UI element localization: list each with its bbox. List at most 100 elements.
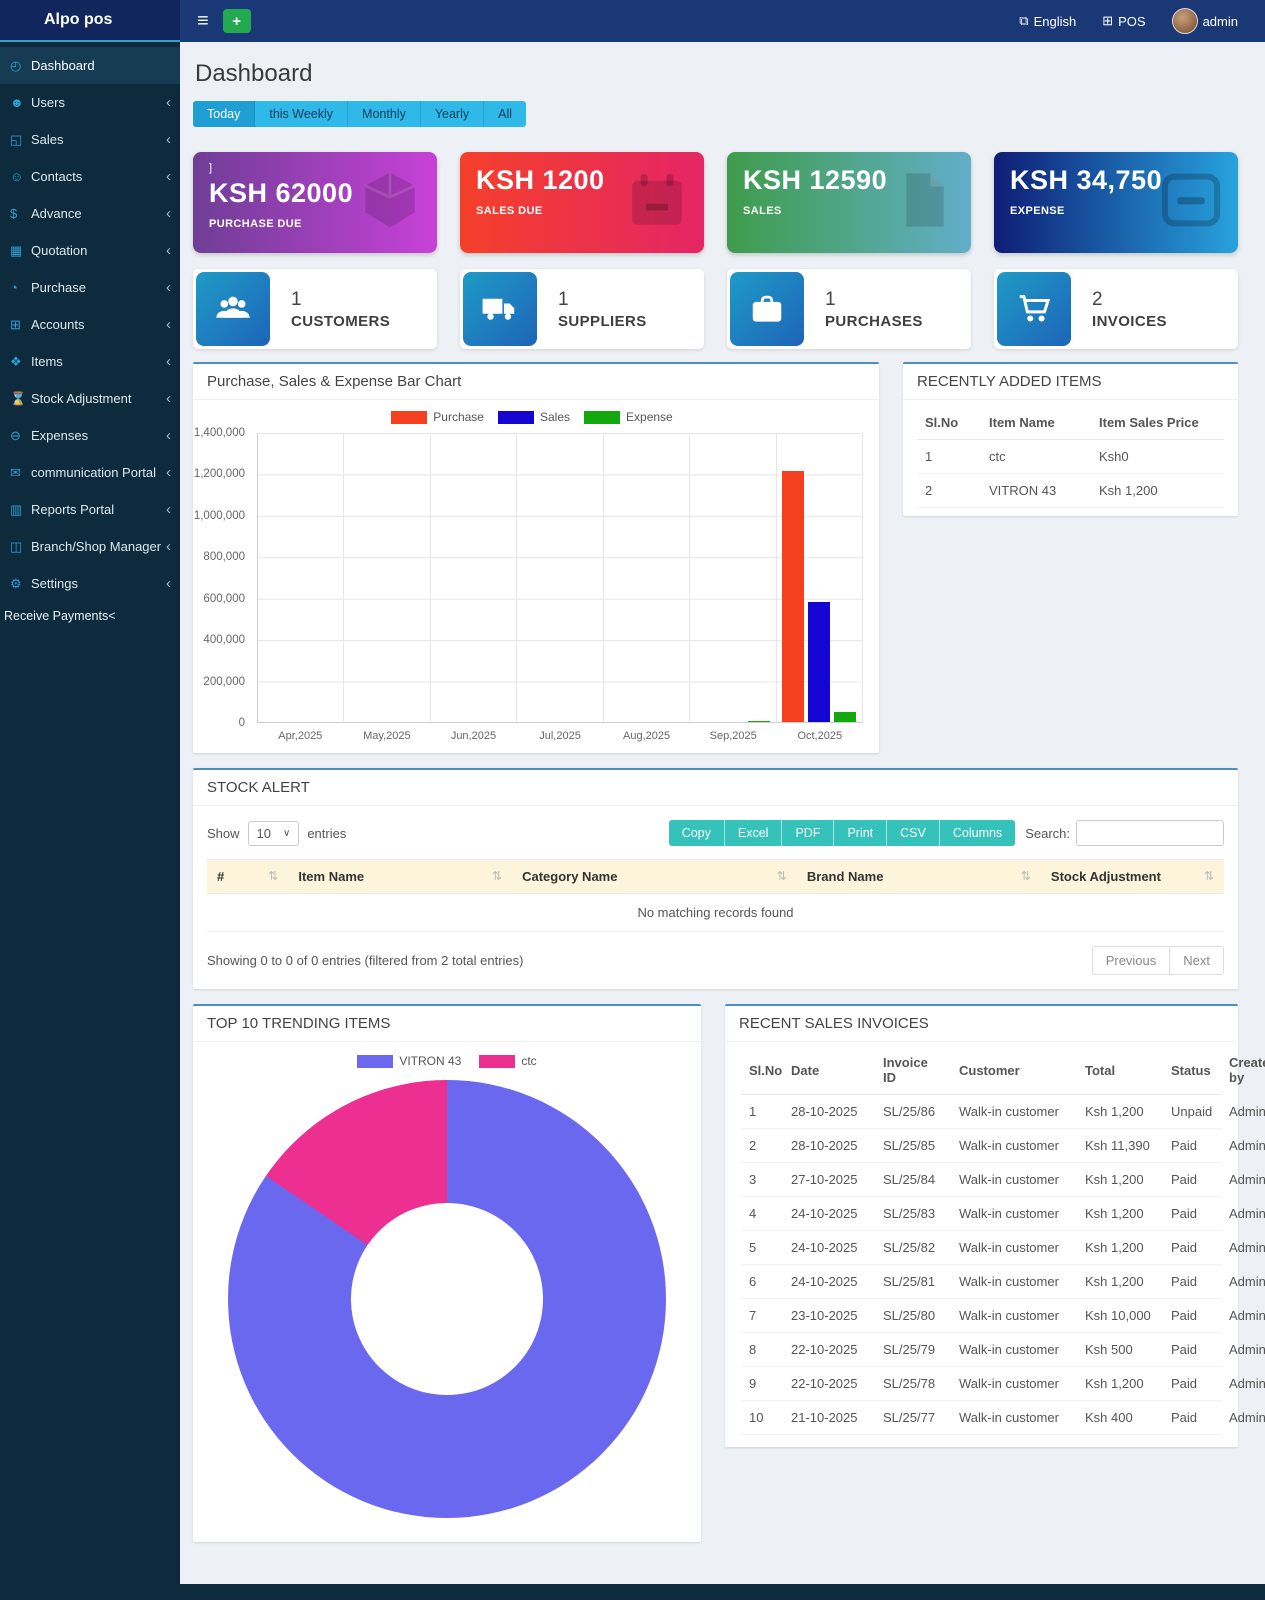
column-header-stock-adjustment[interactable]: Stock Adjustment ⇅ bbox=[1040, 859, 1224, 894]
language-menu[interactable]: ⧉ English bbox=[1019, 13, 1076, 29]
y-tick: 1,000,000 bbox=[193, 509, 245, 522]
counter-card-purchases[interactable]: 1 PURCHASES bbox=[727, 269, 971, 349]
tab-this-weekly[interactable]: this Weekly bbox=[255, 101, 349, 127]
legend-item-ctc[interactable]: ctc bbox=[479, 1054, 537, 1068]
legend-label: ctc bbox=[521, 1054, 537, 1068]
counter-value: 1 bbox=[291, 288, 302, 310]
sidebar-item-advance[interactable]: $ Advance ‹ bbox=[0, 195, 180, 232]
tab-yearly[interactable]: Yearly bbox=[421, 101, 485, 127]
cell-status: Paid bbox=[1163, 1298, 1221, 1333]
sort-icon: ⇅ bbox=[776, 869, 787, 883]
kpi-card-expense: KSH 34,750 EXPENSE bbox=[994, 152, 1238, 253]
brand-logo[interactable]: Alpo pos bbox=[0, 0, 180, 42]
sidebar-item-settings[interactable]: ⚙ Settings ‹ bbox=[0, 565, 180, 602]
bar-chart-body: Purchase Sales Expense 1,400,000 1,200,000 1… bbox=[193, 400, 879, 753]
sidebar-item-communication-portal[interactable]: ✉ communication Portal ‹ bbox=[0, 454, 180, 491]
cell-invoice-id: SL/25/80 bbox=[875, 1298, 951, 1333]
stock-alert-controls: Show 10 ∨ entries Copy Excel PDF Print C… bbox=[207, 820, 1224, 846]
tab-monthly[interactable]: Monthly bbox=[348, 101, 421, 127]
search-input[interactable] bbox=[1076, 820, 1224, 846]
excel-button[interactable]: Excel bbox=[724, 820, 783, 846]
cell-total: Ksh 1,200 bbox=[1077, 1230, 1163, 1265]
menu-toggle-icon[interactable]: ≡ bbox=[197, 11, 209, 31]
next-button[interactable]: Next bbox=[1170, 946, 1224, 975]
legend-item-expense[interactable]: Expense bbox=[584, 410, 673, 424]
cell-slno: 4 bbox=[741, 1196, 783, 1231]
chart-column bbox=[604, 433, 691, 722]
cell-slno: 5 bbox=[741, 1230, 783, 1265]
chart-column bbox=[690, 433, 777, 722]
sidebar-item-receive-payments[interactable]: Receive Payments< bbox=[0, 602, 180, 630]
counter-label: INVOICES bbox=[1092, 312, 1167, 330]
sidebar-item-expenses[interactable]: ⊖ Expenses ‹ bbox=[0, 417, 180, 454]
sidebar-item-purchase[interactable]: ◔ Purchase ‹ bbox=[0, 269, 180, 306]
cell-created-by: Admin bbox=[1221, 1162, 1265, 1197]
sidebar-item-quotation[interactable]: ▦ Quotation ‹ bbox=[0, 232, 180, 269]
cell-invoice-id: SL/25/84 bbox=[875, 1162, 951, 1197]
table-header-row: Sl.No Item Name Item Sales Price bbox=[917, 406, 1224, 440]
cell-invoice-id: SL/25/77 bbox=[875, 1400, 951, 1435]
column-header-category-name[interactable]: Category Name ⇅ bbox=[512, 859, 797, 894]
user-menu[interactable]: admin bbox=[1171, 8, 1238, 34]
cell-customer: Walk-in customer bbox=[951, 1162, 1077, 1197]
chevron-left-icon: ‹ bbox=[166, 279, 171, 296]
column-header: Customer bbox=[951, 1046, 1077, 1095]
pdf-button[interactable]: PDF bbox=[782, 820, 835, 846]
sidebar-item-sales[interactable]: ◱ Sales ‹ bbox=[0, 121, 180, 158]
legend-item-sales[interactable]: Sales bbox=[497, 410, 570, 424]
tab-all[interactable]: All bbox=[484, 101, 526, 127]
sidebar-item-stock-adjustment[interactable]: ⌛ Stock Adjustment ‹ bbox=[0, 380, 180, 417]
sidebar-item-items[interactable]: ❖ Items ‹ bbox=[0, 343, 180, 380]
cell-customer: Walk-in customer bbox=[951, 1264, 1077, 1299]
chart-row: Purchase, Sales & Expense Bar Chart Purc… bbox=[193, 362, 1238, 753]
recently-added-items-title: RECENTLY ADDED ITEMS bbox=[903, 364, 1238, 400]
column-header-brand-name[interactable]: Brand Name ⇅ bbox=[796, 859, 1041, 894]
column-header-item-name[interactable]: Item Name ⇅ bbox=[288, 859, 513, 894]
footer-strip bbox=[180, 1584, 1265, 1600]
previous-button[interactable]: Previous bbox=[1091, 946, 1171, 975]
cell-customer: Walk-in customer bbox=[951, 1366, 1077, 1401]
column-header-number[interactable]: # ⇅ bbox=[207, 859, 289, 894]
x-tick: Jul,2025 bbox=[539, 730, 581, 742]
counter-card-suppliers[interactable]: 1 SUPPLIERS bbox=[460, 269, 704, 349]
kpi-card-sales-due: KSH 1200 SALES DUE bbox=[460, 152, 704, 253]
copy-button[interactable]: Copy bbox=[668, 820, 725, 846]
trending-items-card: TOP 10 TRENDING ITEMS VITRON 43 ctc bbox=[193, 1004, 701, 1542]
sidebar-item-contacts[interactable]: ☺ Contacts ‹ bbox=[0, 158, 180, 195]
cell-slno: 9 bbox=[741, 1366, 783, 1401]
trending-items-title: TOP 10 TRENDING ITEMS bbox=[193, 1006, 701, 1042]
cell-status: Unpaid bbox=[1163, 1094, 1221, 1129]
sidebar-item-branch-shop-manager[interactable]: ◫ Branch/Shop Manager ‹ bbox=[0, 528, 180, 565]
pos-button[interactable]: ⊞ POS bbox=[1102, 13, 1145, 29]
counter-card-customers[interactable]: 1 CUSTOMERS bbox=[193, 269, 437, 349]
bottom-row: TOP 10 TRENDING ITEMS VITRON 43 ctc RECE… bbox=[193, 1004, 1265, 1542]
legend-item-purchase[interactable]: Purchase bbox=[391, 410, 484, 424]
csv-button[interactable]: CSV bbox=[887, 820, 940, 846]
sidebar-item-reports-portal[interactable]: ▥ Reports Portal ‹ bbox=[0, 491, 180, 528]
sidebar-item-dashboard[interactable]: ◴ Dashboard bbox=[0, 47, 180, 84]
chevron-left-icon: ‹ bbox=[166, 390, 171, 407]
entries-info: Showing 0 to 0 of 0 entries (filtered fr… bbox=[207, 953, 524, 968]
cell-date: 28-10-2025 bbox=[783, 1094, 875, 1129]
invoice-row: 2 28-10-2025 SL/25/85 Walk-in customer K… bbox=[741, 1128, 1265, 1163]
sidebar-item-users[interactable]: ☻ Users ‹ bbox=[0, 84, 180, 121]
top-navbar: Alpo pos ≡ + ⧉ English ⊞ POS admin bbox=[0, 0, 1265, 42]
tab-today[interactable]: Today bbox=[193, 101, 256, 127]
settings-gear-icon: ⚙ bbox=[10, 575, 22, 591]
sidebar-item-label: Users bbox=[31, 95, 65, 110]
y-tick: 800,000 bbox=[203, 551, 245, 564]
add-button[interactable]: + bbox=[222, 9, 251, 33]
legend-item-vitron-43[interactable]: VITRON 43 bbox=[357, 1054, 461, 1068]
cell-slno: 2 bbox=[917, 473, 981, 508]
pos-icon: ⊞ bbox=[1102, 13, 1114, 28]
print-button[interactable]: Print bbox=[834, 820, 888, 846]
columns-button[interactable]: Columns bbox=[939, 820, 1016, 846]
chevron-left-icon: ‹ bbox=[166, 94, 171, 111]
entries-select[interactable]: 10 ∨ bbox=[247, 820, 300, 846]
cell-slno: 10 bbox=[741, 1400, 783, 1435]
sidebar-item-label: Reports Portal bbox=[31, 502, 115, 517]
cell-invoice-id: SL/25/81 bbox=[875, 1264, 951, 1299]
contacts-icon: ☺ bbox=[10, 169, 24, 184]
sidebar-item-accounts[interactable]: ⊞ Accounts ‹ bbox=[0, 306, 180, 343]
counter-card-invoices[interactable]: 2 INVOICES bbox=[994, 269, 1238, 349]
